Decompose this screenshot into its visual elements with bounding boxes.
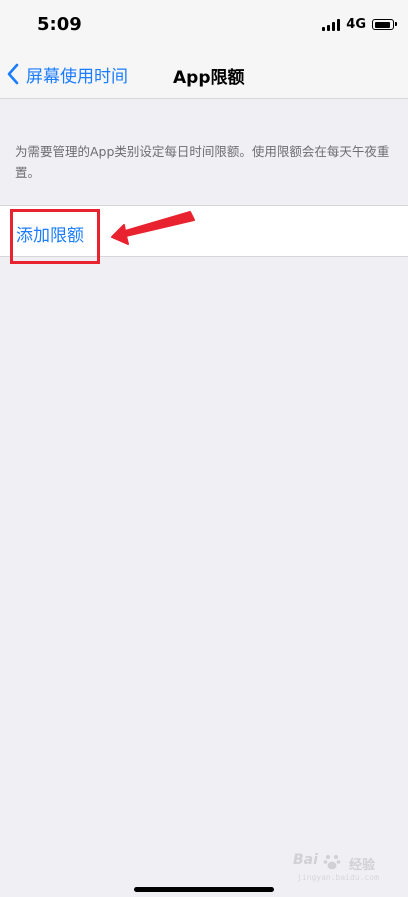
home-indicator[interactable] [134, 887, 274, 892]
add-limit-button[interactable]: 添加限额 [0, 205, 408, 257]
section-description: 为需要管理的App类别设定每日时间限额。使用限额会在每天午夜重置。 [15, 144, 390, 180]
network-type: 4G [346, 17, 366, 32]
paw-icon [323, 855, 341, 870]
add-limit-label: 添加限额 [16, 226, 84, 246]
back-button[interactable]: 屏幕使用时间 [6, 58, 128, 90]
status-bar: 5:09 4G [0, 0, 408, 50]
status-indicators: 4G [322, 17, 397, 32]
page-title: App限额 [173, 68, 245, 88]
watermark-url: jingyan.baidu.com [297, 873, 379, 882]
watermark-text: 经验 [349, 858, 376, 873]
chevron-left-icon [7, 63, 19, 85]
back-button-label: 屏幕使用时间 [26, 66, 128, 87]
watermark-brand: Bai [293, 852, 318, 868]
status-time: 5:09 [37, 14, 82, 35]
watermark: Bai 经验 jingyan.baidu.com [293, 852, 393, 886]
navigation-bar: 屏幕使用时间 App限额 [0, 50, 408, 99]
cellular-signal-icon [322, 18, 341, 31]
battery-icon [372, 19, 397, 30]
